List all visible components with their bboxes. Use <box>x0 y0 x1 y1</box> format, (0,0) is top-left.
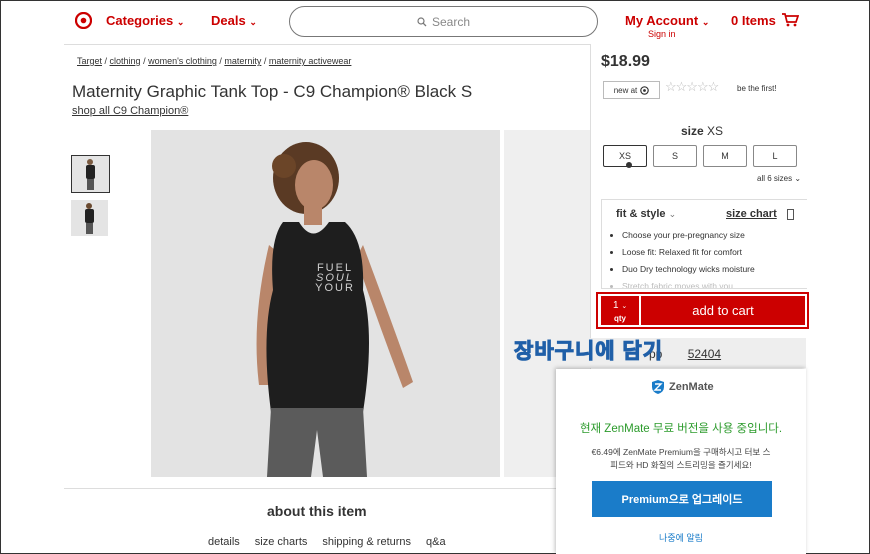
fit-list-item: Loose fit: Relaxed fit for comfort <box>622 247 755 257</box>
tab-qa[interactable]: q&a <box>426 536 446 548</box>
cart-link[interactable]: 0 Items <box>731 13 800 28</box>
about-heading: about this item <box>267 503 367 519</box>
target-icon <box>640 85 650 95</box>
size-option-xs[interactable]: XS <box>603 145 647 167</box>
popup-body-line: 피드와 HD 화질의 스트리밍을 즐기세요! <box>610 460 752 470</box>
product-main-image[interactable]: FUEL SOUL YOUR <box>151 130 500 477</box>
new-at-badge: new at <box>603 81 660 99</box>
about-divider <box>64 488 590 489</box>
thumbnail-back[interactable] <box>71 200 108 236</box>
fit-style-panel: fit & style ⌄ size chart Choose your pre… <box>601 199 807 289</box>
search-icon <box>417 16 427 26</box>
be-first-link[interactable]: be the first! <box>737 84 777 93</box>
zenmate-shield-icon <box>652 380 664 394</box>
cart-icon <box>782 13 800 27</box>
my-account-menu[interactable]: My Account ⌄ <box>625 13 709 28</box>
selected-dot-icon <box>626 162 632 168</box>
chevron-down-icon: ⌄ <box>249 17 257 27</box>
all-sizes-label: all 6 sizes <box>757 174 793 183</box>
shop-all-brand-link[interactable]: shop all C9 Champion® <box>72 105 188 117</box>
price: $18.99 <box>601 53 650 70</box>
items-label: 0 Items <box>731 13 776 28</box>
deals-label: Deals <box>211 13 246 28</box>
zenmate-popup: ZenMate 현재 ZenMate 무료 버전을 사용 중입니다. €6.49… <box>556 369 806 554</box>
size-chart-link[interactable]: size chart <box>726 208 777 220</box>
about-tabs: details size charts shipping & returns q… <box>208 536 446 548</box>
breadcrumb-item[interactable]: clothing <box>110 56 141 66</box>
store-number-value: 52404 <box>687 347 722 361</box>
ruler-icon <box>787 209 794 220</box>
breadcrumb-item[interactable]: women's clothing <box>148 56 217 66</box>
header-divider <box>64 44 590 45</box>
fit-list: Choose your pre-pregnancy size Loose fit… <box>602 230 755 288</box>
chevron-down-icon: ⌄ <box>794 174 802 183</box>
breadcrumb-item[interactable]: maternity activewear <box>269 56 352 66</box>
size-option-l[interactable]: L <box>753 145 797 167</box>
size-heading: size XS <box>681 124 723 138</box>
chevron-down-icon: ⌄ <box>621 303 628 310</box>
tab-shipping-returns[interactable]: shipping & returns <box>322 536 411 548</box>
quantity-select[interactable]: 1 ⌄ qty <box>601 296 640 325</box>
product-title: Maternity Graphic Tank Top - C9 Champion… <box>72 82 473 101</box>
size-label: size <box>681 124 704 138</box>
chevron-down-icon: ⌄ <box>701 17 710 27</box>
categories-menu[interactable]: Categories ⌄ <box>106 13 184 28</box>
target-logo-icon[interactable] <box>74 11 93 34</box>
qty-value: 1 ⌄ <box>613 300 627 311</box>
tab-details[interactable]: details <box>208 536 240 548</box>
tab-size-charts[interactable]: size charts <box>255 536 308 548</box>
breadcrumb: Target / clothing / women's clothing / m… <box>77 56 352 66</box>
popup-body: €6.49에 ZenMate Premium을 구매하시고 터보 스 피드와 H… <box>556 446 806 472</box>
zenmate-brand: ZenMate <box>651 379 714 395</box>
fit-style-label: fit & style <box>616 208 666 220</box>
qty-label: qty <box>614 314 626 323</box>
deals-menu[interactable]: Deals ⌄ <box>211 13 257 28</box>
size-option-m[interactable]: M <box>703 145 747 167</box>
size-option-s[interactable]: S <box>653 145 697 167</box>
fit-list-item: Choose your pre-pregnancy size <box>622 230 755 240</box>
upgrade-premium-button[interactable]: Premium으로 업그레이드 <box>592 481 772 517</box>
sign-in-link[interactable]: Sign in <box>648 29 676 39</box>
rating-stars-icon[interactable]: ☆☆☆☆☆ <box>665 79 719 95</box>
categories-label: Categories <box>106 13 174 28</box>
account-label: My Account <box>625 13 699 28</box>
fit-list-item: Stretch fabric moves with you <box>622 281 755 288</box>
zenmate-brand-label: ZenMate <box>669 381 714 393</box>
chevron-down-icon: ⌄ <box>176 17 185 27</box>
popup-headline: 현재 ZenMate 무료 버전을 사용 중입니다. <box>579 423 783 435</box>
remind-later-link[interactable]: 나중에 알림 <box>556 531 806 544</box>
fit-list-item: Duo Dry technology wicks moisture <box>622 264 755 274</box>
new-at-label: new at <box>613 85 638 95</box>
thumbnail-front[interactable] <box>71 155 110 193</box>
shirt-text-line: YOUR <box>315 282 355 294</box>
breadcrumb-item[interactable]: maternity <box>224 56 261 66</box>
overlay-caption: 장바구니에 담기 <box>513 340 664 364</box>
size-value: XS <box>707 124 724 138</box>
search-placeholder: Search <box>431 14 471 29</box>
all-sizes-toggle[interactable]: all 6 sizes ⌄ <box>757 174 801 183</box>
breadcrumb-item[interactable]: Target <box>77 56 102 66</box>
fit-style-toggle[interactable]: fit & style ⌄ <box>616 208 676 220</box>
shirt-graphic: FUEL SOUL YOUR <box>309 263 361 294</box>
qty-number: 1 <box>613 300 619 311</box>
add-to-cart-button[interactable]: add to cart <box>641 296 805 325</box>
popup-body-line: €6.49에 ZenMate Premium을 구매하시고 터보 스 <box>591 447 771 457</box>
search-input[interactable]: Search <box>289 6 598 37</box>
chevron-down-icon: ⌄ <box>668 209 677 219</box>
